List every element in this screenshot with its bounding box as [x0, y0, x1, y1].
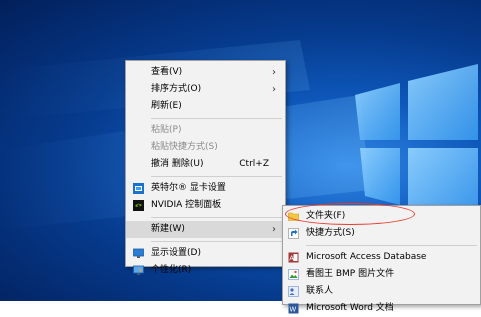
menu-item-label: 粘贴快捷方式(S)	[151, 142, 218, 152]
menu-item-label: 个性化(R)	[151, 265, 192, 275]
menu-item-view[interactable]: 查看(V) ›	[126, 64, 285, 81]
menu-item-personalize[interactable]: 个性化(R)	[126, 262, 285, 279]
intel-graphics-icon	[133, 183, 144, 194]
contact-icon	[288, 286, 299, 297]
menu-item-sort-by[interactable]: 排序方式(O) ›	[126, 81, 285, 98]
shortcut-icon	[288, 228, 299, 239]
chevron-right-icon: ›	[272, 67, 276, 78]
menu-item-label: 快捷方式(S)	[306, 228, 355, 238]
menu-separator	[306, 245, 477, 246]
menu-item-paste: 粘贴(P)	[126, 122, 285, 139]
svg-text:W: W	[290, 307, 297, 314]
menu-item-paste-shortcut: 粘贴快捷方式(S)	[126, 139, 285, 156]
desktop-context-menu: 查看(V) › 排序方式(O) › 刷新(E) 粘贴(P) 粘贴快捷方式(S) …	[125, 60, 286, 275]
word-icon: W	[288, 303, 299, 314]
menu-item-label: 粘贴(P)	[151, 125, 182, 135]
svg-text:A: A	[289, 255, 294, 262]
chevron-right-icon: ›	[272, 224, 276, 235]
menu-item-new[interactable]: 新建(W) ›	[126, 221, 285, 238]
menu-item-label: NVIDIA 控制面板	[151, 200, 222, 210]
menu-item-nvidia-control-panel[interactable]: NVIDIA 控制面板	[126, 197, 285, 214]
personalize-icon	[133, 265, 144, 275]
menu-item-label: 撤消 删除(U)	[151, 159, 204, 169]
menu-separator	[151, 217, 282, 218]
submenu-item-contact[interactable]: 联系人	[283, 283, 480, 300]
menu-item-label: Microsoft Access Database	[306, 252, 427, 262]
menu-separator	[151, 241, 282, 242]
display-settings-icon	[133, 248, 144, 258]
menu-item-undo-delete[interactable]: 撤消 删除(U) Ctrl+Z	[126, 156, 285, 173]
submenu-item-access-database[interactable]: A Microsoft Access Database	[283, 249, 480, 266]
submenu-item-word-document[interactable]: W Microsoft Word 文档	[283, 300, 480, 317]
menu-item-intel-graphics[interactable]: 英特尔® 显卡设置	[126, 180, 285, 197]
menu-item-label: 排序方式(O)	[151, 84, 202, 94]
menu-item-shortcut: Ctrl+Z	[239, 159, 269, 169]
submenu-item-shortcut[interactable]: 快捷方式(S)	[283, 225, 480, 242]
menu-item-display-settings[interactable]: 显示设置(D)	[126, 245, 285, 262]
menu-item-label: Microsoft Word 文档	[306, 303, 394, 313]
nvidia-icon	[133, 200, 144, 211]
menu-separator	[151, 176, 282, 177]
menu-item-label: 显示设置(D)	[151, 248, 201, 258]
submenu-item-bmp-image[interactable]: 看图王 BMP 图片文件	[283, 266, 480, 283]
bmp-image-icon	[288, 269, 299, 280]
menu-item-label: 查看(V)	[151, 67, 183, 77]
menu-separator	[151, 118, 282, 119]
menu-item-label: 新建(W)	[151, 224, 185, 234]
menu-item-label: 看图王 BMP 图片文件	[306, 269, 395, 279]
menu-item-label: 英特尔® 显卡设置	[151, 183, 226, 193]
chevron-right-icon: ›	[272, 84, 276, 95]
menu-item-label: 刷新(E)	[151, 101, 182, 111]
annotation-highlight-ellipse	[285, 203, 415, 225]
menu-item-label: 联系人	[306, 286, 334, 296]
menu-item-refresh[interactable]: 刷新(E)	[126, 98, 285, 115]
access-icon: A	[288, 252, 299, 263]
